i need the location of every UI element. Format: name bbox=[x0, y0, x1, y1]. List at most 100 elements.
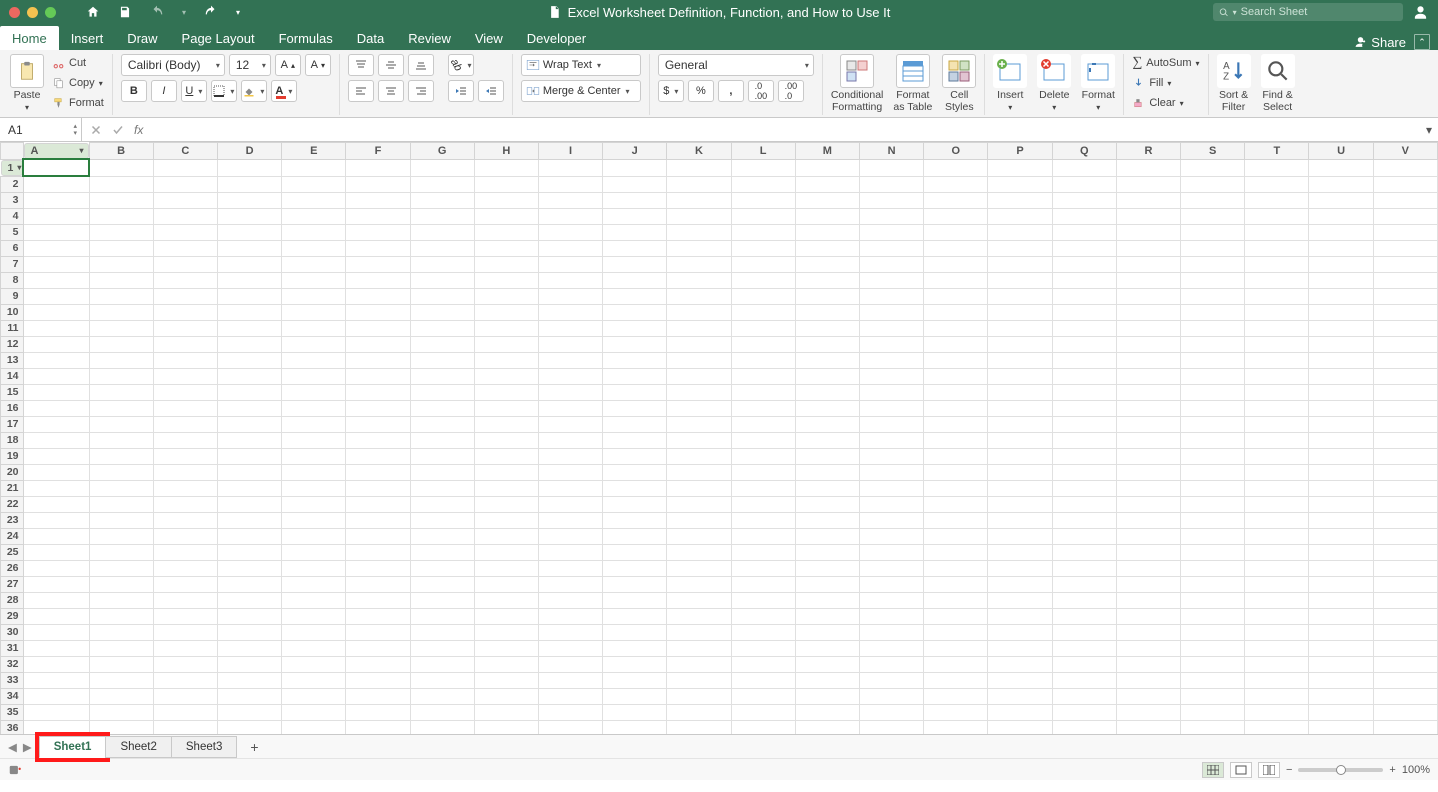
cell-N27[interactable] bbox=[859, 576, 923, 592]
cell-B30[interactable] bbox=[89, 624, 153, 640]
cell-E36[interactable] bbox=[282, 720, 346, 734]
row-header-28[interactable]: 28 bbox=[1, 592, 24, 608]
cell-Q23[interactable] bbox=[1052, 512, 1116, 528]
cell-H10[interactable] bbox=[474, 304, 538, 320]
cell-I4[interactable] bbox=[539, 208, 603, 224]
ribbon-tab-view[interactable]: View bbox=[463, 26, 515, 50]
cell-K27[interactable] bbox=[667, 576, 731, 592]
cell-P20[interactable] bbox=[988, 464, 1052, 480]
cell-H36[interactable] bbox=[474, 720, 538, 734]
cell-J11[interactable] bbox=[603, 320, 667, 336]
cell-B7[interactable] bbox=[89, 256, 153, 272]
cell-I32[interactable] bbox=[539, 656, 603, 672]
undo-icon[interactable] bbox=[150, 5, 164, 19]
ribbon-tab-formulas[interactable]: Formulas bbox=[267, 26, 345, 50]
cell-E5[interactable] bbox=[282, 224, 346, 240]
cell-O35[interactable] bbox=[924, 704, 988, 720]
cell-A3[interactable] bbox=[23, 192, 89, 208]
cell-C2[interactable] bbox=[153, 176, 217, 192]
cell-N24[interactable] bbox=[859, 528, 923, 544]
cell-L20[interactable] bbox=[731, 464, 795, 480]
col-header-R[interactable]: R bbox=[1116, 143, 1180, 160]
cell-A19[interactable] bbox=[23, 448, 89, 464]
row-header-10[interactable]: 10 bbox=[1, 304, 24, 320]
cell-Q31[interactable] bbox=[1052, 640, 1116, 656]
cell-N20[interactable] bbox=[859, 464, 923, 480]
cell-L15[interactable] bbox=[731, 384, 795, 400]
cell-D3[interactable] bbox=[217, 192, 281, 208]
ribbon-tab-home[interactable]: Home bbox=[0, 26, 59, 50]
cell-H21[interactable] bbox=[474, 480, 538, 496]
cell-S32[interactable] bbox=[1181, 656, 1245, 672]
font-size-select[interactable]: 12 bbox=[229, 54, 271, 76]
cell-O36[interactable] bbox=[924, 720, 988, 734]
search-sheet[interactable]: ▾ bbox=[1213, 3, 1403, 21]
cell-G5[interactable] bbox=[410, 224, 474, 240]
cell-P19[interactable] bbox=[988, 448, 1052, 464]
cell-C19[interactable] bbox=[153, 448, 217, 464]
cell-O3[interactable] bbox=[924, 192, 988, 208]
underline-button[interactable]: U bbox=[181, 80, 207, 102]
cell-V19[interactable] bbox=[1373, 448, 1437, 464]
cell-H27[interactable] bbox=[474, 576, 538, 592]
cell-D25[interactable] bbox=[217, 544, 281, 560]
conditional-formatting-button[interactable]: Conditional Formatting bbox=[831, 54, 884, 113]
cell-T35[interactable] bbox=[1245, 704, 1309, 720]
cell-D29[interactable] bbox=[217, 608, 281, 624]
row-header-12[interactable]: 12 bbox=[1, 336, 24, 352]
cell-Q27[interactable] bbox=[1052, 576, 1116, 592]
cell-M8[interactable] bbox=[795, 272, 859, 288]
format-cells-button[interactable]: Format▾ bbox=[1081, 54, 1115, 112]
cell-I27[interactable] bbox=[539, 576, 603, 592]
cell-G15[interactable] bbox=[410, 384, 474, 400]
cell-B29[interactable] bbox=[89, 608, 153, 624]
cell-H11[interactable] bbox=[474, 320, 538, 336]
cell-Q22[interactable] bbox=[1052, 496, 1116, 512]
cell-B27[interactable] bbox=[89, 576, 153, 592]
cell-V10[interactable] bbox=[1373, 304, 1437, 320]
cell-L9[interactable] bbox=[731, 288, 795, 304]
cell-L31[interactable] bbox=[731, 640, 795, 656]
cell-E14[interactable] bbox=[282, 368, 346, 384]
cell-R32[interactable] bbox=[1116, 656, 1180, 672]
cell-G27[interactable] bbox=[410, 576, 474, 592]
cell-O25[interactable] bbox=[924, 544, 988, 560]
cell-K23[interactable] bbox=[667, 512, 731, 528]
cell-F32[interactable] bbox=[346, 656, 410, 672]
fill-color-button[interactable] bbox=[241, 80, 267, 102]
cell-I36[interactable] bbox=[539, 720, 603, 734]
cell-P34[interactable] bbox=[988, 688, 1052, 704]
cell-T5[interactable] bbox=[1245, 224, 1309, 240]
ribbon-tab-review[interactable]: Review bbox=[396, 26, 463, 50]
cell-M7[interactable] bbox=[795, 256, 859, 272]
cell-A13[interactable] bbox=[23, 352, 89, 368]
cell-N35[interactable] bbox=[859, 704, 923, 720]
worksheet-grid[interactable]: ABCDEFGHIJKLMNOPQRSTUV123456789101112131… bbox=[0, 142, 1438, 734]
cell-V1[interactable] bbox=[1373, 159, 1437, 176]
cell-K32[interactable] bbox=[667, 656, 731, 672]
cell-T14[interactable] bbox=[1245, 368, 1309, 384]
cell-G30[interactable] bbox=[410, 624, 474, 640]
cell-V29[interactable] bbox=[1373, 608, 1437, 624]
cell-M21[interactable] bbox=[795, 480, 859, 496]
cell-A33[interactable] bbox=[23, 672, 89, 688]
cell-B32[interactable] bbox=[89, 656, 153, 672]
cell-Q8[interactable] bbox=[1052, 272, 1116, 288]
cell-A25[interactable] bbox=[23, 544, 89, 560]
cell-Q33[interactable] bbox=[1052, 672, 1116, 688]
cell-R6[interactable] bbox=[1116, 240, 1180, 256]
fx-icon[interactable]: fx bbox=[134, 123, 143, 137]
macro-record-icon[interactable] bbox=[8, 763, 22, 777]
cell-Q5[interactable] bbox=[1052, 224, 1116, 240]
cell-J1[interactable] bbox=[603, 159, 667, 176]
align-bottom-button[interactable] bbox=[408, 54, 434, 76]
cell-V4[interactable] bbox=[1373, 208, 1437, 224]
cell-U25[interactable] bbox=[1309, 544, 1373, 560]
cell-D24[interactable] bbox=[217, 528, 281, 544]
insert-cells-button[interactable]: Insert▾ bbox=[993, 54, 1027, 112]
delete-cells-button[interactable]: Delete▾ bbox=[1037, 54, 1071, 112]
cell-C29[interactable] bbox=[153, 608, 217, 624]
cell-U15[interactable] bbox=[1309, 384, 1373, 400]
cell-E33[interactable] bbox=[282, 672, 346, 688]
cell-B19[interactable] bbox=[89, 448, 153, 464]
